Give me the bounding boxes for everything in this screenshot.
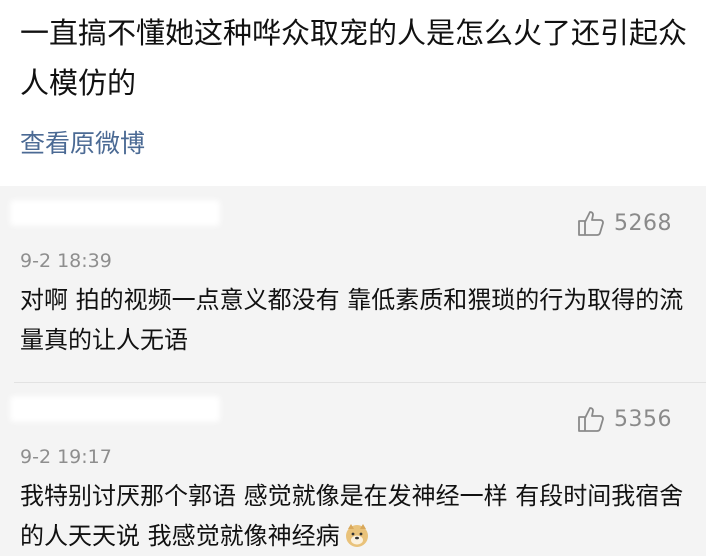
like-count: 5268 [614,210,672,236]
post-text: 一直搞不懂她这种哗众取宠的人是怎么火了还引起众人模仿的 [20,16,688,100]
like-count: 5356 [614,406,672,432]
comment-divider [14,382,706,383]
comment-list: 5268 9-2 18:39 对啊 拍的视频一点意义都没有 靠低素质和猥琐的行为… [0,186,706,556]
redacted-username [10,200,220,226]
comment-timestamp: 9-2 19:17 [20,446,112,468]
doge-emoji-icon [345,524,368,547]
comment-text: 我特别讨厌那个郭语 感觉就像是在发神经一样 有段时间我宿舍的人天天说 我感觉就像… [20,476,690,556]
comment-item: 5356 9-2 19:17 我特别讨厌那个郭语 感觉就像是在发神经一样 有段时… [0,382,706,556]
thumbs-up-icon [578,211,604,236]
view-original-weibo-link[interactable]: 查看原微博 [20,124,145,160]
thumbs-up-icon [578,407,604,432]
weibo-post: 一直搞不懂她这种哗众取宠的人是怎么火了还引起众人模仿的 查看原微博 [0,0,706,186]
comment-timestamp: 9-2 18:39 [20,250,112,272]
like-button[interactable]: 5268 [576,208,672,238]
comment-item: 5268 9-2 18:39 对啊 拍的视频一点意义都没有 靠低素质和猥琐的行为… [0,186,706,382]
like-button[interactable]: 5356 [576,404,672,434]
comment-text: 对啊 拍的视频一点意义都没有 靠低素质和猥琐的行为取得的流量真的让人无语 [20,286,684,354]
redacted-username [10,396,220,422]
